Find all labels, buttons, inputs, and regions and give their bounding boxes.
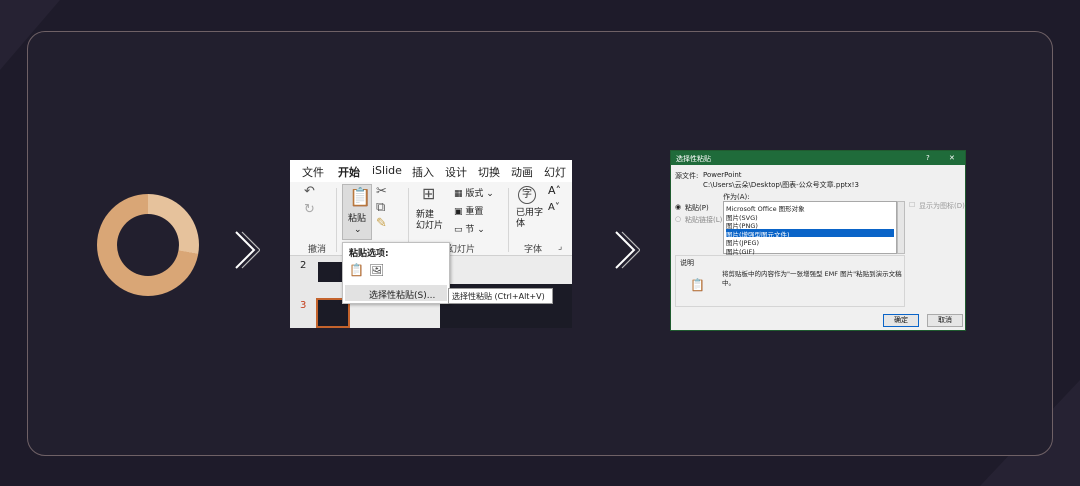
- section-label: 节: [465, 225, 475, 235]
- divider: [336, 188, 337, 252]
- close-button[interactable]: ✕: [949, 154, 955, 162]
- format-listbox[interactable]: Microsoft Office 图形对象 图片(SVG) 图片(PNG) 图片…: [723, 201, 897, 256]
- chevron-right-icon: [612, 228, 641, 272]
- show-as-icon-label: 显示为图标(D): [919, 202, 965, 210]
- radio-selected-icon: ◉: [675, 203, 682, 211]
- ribbon-screenshot: 文件 开始 iSlide 插入 设计 切换 动画 幻灯片 ↶ ↻ 撤消 📋 粘贴…: [290, 160, 572, 328]
- source-label: 源文件:: [675, 172, 699, 180]
- slide-number: 3: [300, 300, 307, 311]
- paste-special-dialog: 选择性粘贴 ? ✕ 源文件: PowerPoint C:\Users\云朵\De…: [670, 150, 966, 331]
- paste-special-label: 选择性粘贴(S)...: [369, 291, 436, 301]
- new-slide-icon[interactable]: ⊞: [422, 184, 435, 203]
- dialog-title-bar: 选择性粘贴 ? ✕: [671, 151, 965, 165]
- cut-icon[interactable]: ✂: [376, 184, 387, 199]
- slide-number: 2: [300, 260, 307, 271]
- source-path: C:\Users\云朵\Desktop\图表-公众号文章.pptx!3: [703, 181, 859, 189]
- clipboard-icon: 📋: [349, 187, 372, 208]
- format-painter-icon[interactable]: ✎: [376, 216, 387, 231]
- use-font-label[interactable]: 已用字 体: [516, 208, 543, 230]
- paste-label: 粘贴: [348, 214, 367, 224]
- shrink-font-icon[interactable]: A˅: [548, 202, 560, 213]
- source-app: PowerPoint: [703, 171, 742, 179]
- grow-font-icon[interactable]: A˄: [548, 184, 561, 197]
- layout-label: 版式: [465, 189, 484, 199]
- checkbox-icon: ☐: [909, 201, 916, 209]
- chevron-down-icon: ⌄: [354, 225, 362, 235]
- new-slide-label[interactable]: 新建 幻灯片: [416, 210, 443, 232]
- listbox-scrollbar[interactable]: [897, 201, 905, 254]
- tab-file[interactable]: 文件: [302, 164, 324, 180]
- dialog-launcher-icon[interactable]: ⌟: [558, 242, 562, 252]
- paste-options-menu: 粘贴选项: 📋 🖼 选择性粘贴(S)...: [342, 242, 450, 304]
- paste-options-title: 粘贴选项:: [349, 249, 389, 259]
- list-item[interactable]: 图片(SVG): [726, 212, 894, 222]
- tab-insert[interactable]: 插入: [412, 164, 434, 180]
- tab-transitions[interactable]: 切换: [478, 164, 500, 180]
- undo-group-label: 撤消: [308, 245, 327, 255]
- redo-icon[interactable]: ↻: [304, 202, 315, 217]
- chevron-right-icon: [232, 228, 261, 272]
- tab-islide[interactable]: iSlide: [372, 164, 402, 177]
- paste-link-radio-label: 粘贴链接(L): [685, 216, 723, 224]
- list-item[interactable]: 图片(JPEG): [726, 237, 894, 247]
- tab-home[interactable]: 开始: [338, 164, 360, 184]
- divider: [508, 188, 509, 252]
- list-item[interactable]: Microsoft Office 图形对象: [726, 203, 894, 213]
- paste-picture-icon[interactable]: 🖼: [369, 263, 384, 277]
- list-item-selected[interactable]: 图片(增强型图元文件): [726, 228, 894, 239]
- paste-special-menu-item[interactable]: 选择性粘贴(S)...: [345, 285, 447, 301]
- tab-animations[interactable]: 动画: [511, 164, 533, 180]
- list-item[interactable]: 图片(GIF): [726, 246, 894, 256]
- reset-button[interactable]: ▣ 重置: [454, 204, 483, 217]
- copy-icon[interactable]: ⧉: [376, 200, 385, 215]
- dialog-title: 选择性粘贴: [676, 155, 711, 163]
- result-groupbox: 说明 📋 将剪贴板中的内容作为"一张增强型 EMF 图片"粘贴到演示文稿 中。: [675, 255, 905, 307]
- cancel-button[interactable]: 取消: [927, 314, 963, 327]
- donut-chart-icon: [97, 194, 199, 296]
- help-button[interactable]: ?: [926, 154, 930, 162]
- undo-icon[interactable]: ↶: [304, 184, 315, 199]
- list-item[interactable]: 图片(PNG): [726, 220, 894, 230]
- slides-group-label: 幻灯片: [448, 245, 476, 255]
- ribbon-tab-bar: 文件 开始 iSlide 插入 设计 切换 动画 幻灯片: [290, 160, 572, 195]
- tab-design[interactable]: 设计: [445, 164, 467, 180]
- paste-radio-label: 粘贴(P): [685, 204, 709, 212]
- result-text: 将剪贴板中的内容作为"一张增强型 EMF 图片"粘贴到演示文稿 中。: [722, 270, 902, 287]
- layout-button[interactable]: ▦ 版式 ⌄: [454, 186, 494, 199]
- clipboard-icon: 📋: [690, 278, 705, 292]
- paste-keep-format-icon[interactable]: 📋: [349, 263, 364, 277]
- section-button[interactable]: ▭ 节 ⌄: [454, 222, 485, 235]
- radio-icon: ○: [675, 215, 682, 223]
- reset-label: 重置: [465, 207, 484, 217]
- paste-button[interactable]: 📋 粘贴 ⌄: [342, 184, 372, 240]
- ok-button[interactable]: 确定: [883, 314, 919, 327]
- result-label: 说明: [680, 259, 694, 267]
- tooltip: 选择性粘贴 (Ctrl+Alt+V): [448, 288, 553, 304]
- use-font-icon[interactable]: 字: [518, 186, 536, 204]
- font-group-label: 字体: [524, 245, 543, 255]
- slide-thumbnail-panel: 2 3: [290, 256, 350, 328]
